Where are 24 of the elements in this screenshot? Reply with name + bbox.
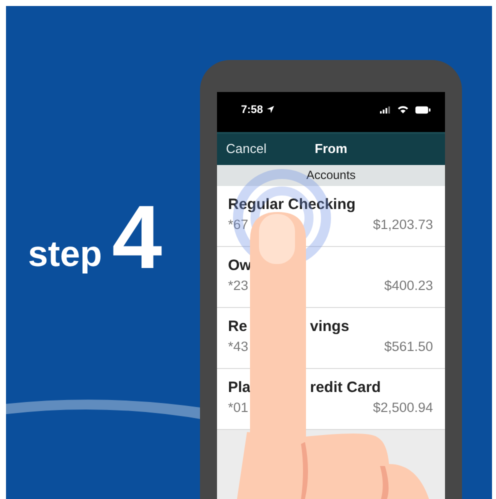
account-balance: $400.23 bbox=[384, 278, 433, 293]
account-balance: $561.50 bbox=[384, 339, 433, 354]
account-number: *67 bbox=[228, 217, 248, 232]
step-number: 4 bbox=[112, 202, 162, 274]
account-name: Ow bbox=[228, 257, 252, 274]
battery-icon bbox=[415, 106, 431, 114]
account-number: *23 bbox=[228, 278, 248, 293]
account-number: *43 bbox=[228, 339, 248, 354]
cancel-button[interactable]: Cancel bbox=[217, 141, 266, 156]
step-label: step bbox=[28, 236, 102, 272]
wifi-icon bbox=[397, 105, 409, 114]
location-arrow-icon bbox=[266, 105, 276, 114]
account-number: *01 bbox=[228, 400, 248, 415]
account-name: redit Card bbox=[310, 379, 381, 396]
account-name: vings bbox=[310, 318, 350, 335]
account-balance: $2,500.94 bbox=[372, 400, 433, 415]
account-name: Re bbox=[228, 318, 248, 335]
account-name: Regular Checking bbox=[228, 196, 356, 213]
nav-title: From bbox=[314, 141, 348, 156]
account-name: Pla bbox=[228, 379, 252, 396]
account-balance: $1,203.73 bbox=[372, 217, 433, 232]
signal-icon bbox=[380, 106, 391, 114]
status-time: 7:58 bbox=[241, 104, 264, 116]
section-header: Accounts bbox=[217, 165, 445, 186]
